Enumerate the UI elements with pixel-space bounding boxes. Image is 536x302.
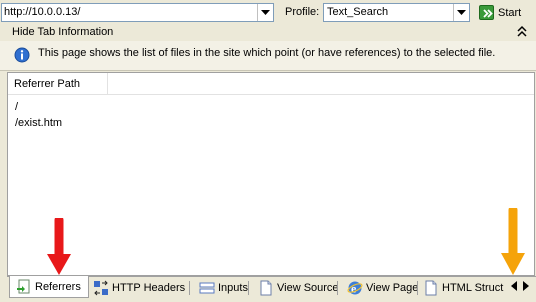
list-header: Referrer Path xyxy=(8,73,534,95)
scroll-right-icon[interactable] xyxy=(522,280,530,292)
tab-label: View Source xyxy=(277,281,339,294)
tab-referrers[interactable]: Referrers xyxy=(9,276,89,298)
list-item[interactable]: /exist.htm xyxy=(15,115,62,131)
html-struct-icon xyxy=(425,280,437,295)
tab-separator xyxy=(248,281,249,295)
tab-html-struct[interactable]: HTML Struct xyxy=(417,277,503,298)
http-headers-icon xyxy=(94,280,108,295)
profile-combobox[interactable]: Text_Search xyxy=(323,3,470,22)
scroll-left-icon[interactable] xyxy=(510,280,518,292)
tab-label: Inputs xyxy=(218,281,248,294)
tab-label: HTTP Headers xyxy=(112,281,186,294)
profile-value[interactable]: Text_Search xyxy=(327,6,388,18)
tab-view-page[interactable]: e View Page xyxy=(341,277,418,298)
tab-strip: Referrers HTTP Headers Inputs View Sourc… xyxy=(7,276,536,298)
profile-label: Profile: xyxy=(285,6,320,18)
info-icon xyxy=(14,47,30,63)
tab-label: Referrers xyxy=(35,280,81,293)
tab-inputs[interactable]: Inputs xyxy=(193,277,248,298)
profile-dropdown-button[interactable] xyxy=(453,4,469,21)
svg-text:e: e xyxy=(351,281,357,295)
toolbar: http://10.0.0.13/ Profile: Text_Search S… xyxy=(0,0,536,25)
column-header-referrer-path[interactable]: Referrer Path xyxy=(8,73,108,95)
start-button[interactable]: Start xyxy=(479,3,535,22)
tab-scroll-arrows xyxy=(510,280,534,296)
view-source-icon xyxy=(260,280,272,295)
info-bar: This page shows the list of files in the… xyxy=(0,41,536,71)
list-rows: / /exist.htm xyxy=(15,99,62,131)
chevron-down-icon xyxy=(457,9,466,15)
orange-annotation-arrow-icon xyxy=(501,208,525,275)
referrer-list[interactable]: Referrer Path / /exist.htm xyxy=(7,72,535,276)
hide-tab-info-row[interactable]: Hide Tab Information xyxy=(0,25,536,41)
list-item[interactable]: / xyxy=(15,99,62,115)
tab-label: View Page xyxy=(366,281,419,294)
tab-http-headers[interactable]: HTTP Headers xyxy=(87,277,185,298)
start-icon xyxy=(479,5,494,20)
hide-tab-info-label[interactable]: Hide Tab Information xyxy=(12,26,113,38)
red-annotation-arrow-icon xyxy=(47,218,71,275)
url-dropdown-button[interactable] xyxy=(257,4,273,21)
referrers-icon xyxy=(17,279,30,293)
info-text: This page shows the list of files in the… xyxy=(38,47,496,59)
collapse-up-icon[interactable] xyxy=(516,25,528,39)
url-value[interactable]: http://10.0.0.13/ xyxy=(4,6,80,18)
start-label: Start xyxy=(498,6,522,19)
chevron-down-icon xyxy=(261,9,270,15)
ie-icon: e xyxy=(347,281,363,295)
tab-view-source[interactable]: View Source xyxy=(252,277,339,298)
inputs-icon xyxy=(199,282,215,293)
tab-label: HTML Struct xyxy=(442,281,504,294)
tab-separator xyxy=(189,281,190,295)
url-combobox[interactable]: http://10.0.0.13/ xyxy=(1,3,274,22)
tab-separator xyxy=(337,281,338,295)
